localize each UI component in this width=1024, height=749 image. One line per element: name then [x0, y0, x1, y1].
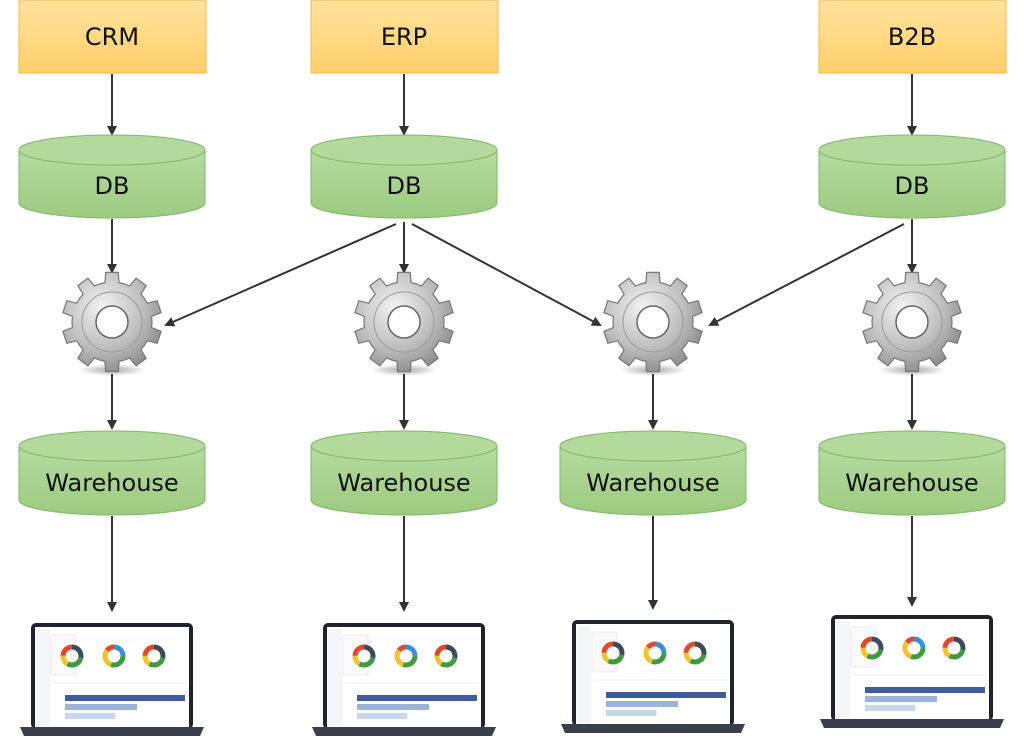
gear-icon: [603, 271, 703, 376]
arrows: [107, 74, 917, 612]
bar: [357, 713, 408, 719]
source-label: B2B: [888, 23, 936, 51]
bar: [606, 692, 726, 698]
warehouse-label: Warehouse: [45, 469, 178, 497]
gear-icon: [354, 271, 454, 376]
gear-icon: [862, 271, 962, 376]
db-label: DB: [95, 172, 130, 200]
bar: [65, 704, 137, 710]
bar: [65, 695, 185, 701]
laptop-dashboard-icon: [561, 620, 745, 733]
warehouse-label: Warehouse: [845, 469, 978, 497]
bar: [65, 713, 116, 719]
source-erp: ERP: [310, 0, 499, 74]
bar: [606, 701, 678, 707]
warehouse-label: Warehouse: [586, 469, 719, 497]
data-pipeline-diagram: CRM ERP B2B DB DB DB Warehouse Warehouse…: [18, 0, 1007, 736]
laptop-dashboard-icon: [312, 623, 496, 736]
source-b2b: B2B: [818, 0, 1007, 74]
laptop-dashboard-icon: [20, 623, 204, 736]
source-label: ERP: [381, 23, 427, 51]
laptop-dashboard-icon: [820, 615, 1004, 728]
db-label: DB: [387, 172, 422, 200]
warehouse-label: Warehouse: [337, 469, 470, 497]
bar: [865, 687, 985, 693]
bar: [865, 696, 937, 702]
bar: [357, 695, 477, 701]
bar: [865, 705, 916, 711]
gear-icon: [62, 271, 162, 376]
bar: [357, 704, 429, 710]
db-label: DB: [895, 172, 930, 200]
source-label: CRM: [85, 23, 139, 51]
source-crm: CRM: [18, 0, 207, 74]
bar: [606, 710, 657, 716]
